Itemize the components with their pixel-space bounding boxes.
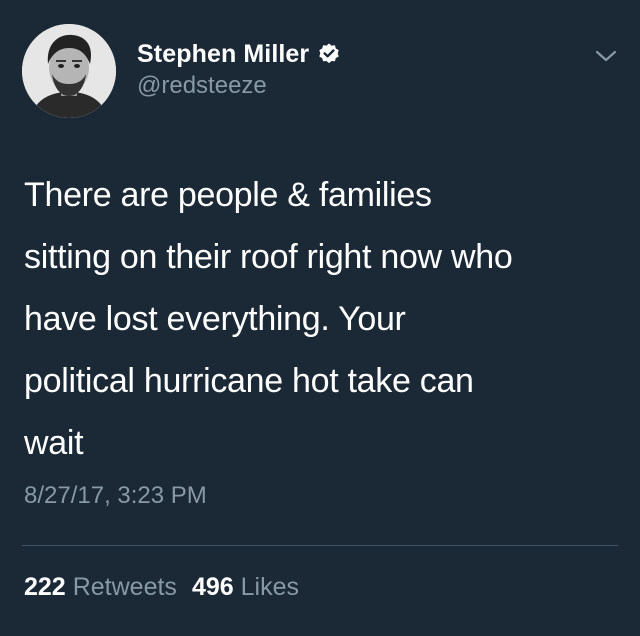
avatar-photo: [22, 24, 116, 118]
tweet-text-line: have lost everything. Your: [24, 300, 406, 338]
display-name[interactable]: Stephen Miller: [137, 40, 309, 69]
tweet-text-line: political hurricane hot take can: [24, 362, 474, 400]
retweets-count: 222: [24, 573, 66, 601]
verified-badge-icon: [317, 42, 341, 66]
chevron-down-icon[interactable]: [592, 46, 620, 66]
tweet-timestamp[interactable]: 8/27/17, 3:23 PM: [24, 482, 207, 510]
user-handle[interactable]: @redsteeze: [137, 72, 267, 100]
avatar[interactable]: [22, 24, 116, 118]
tweet-card: Stephen Miller @redsteeze There are peop…: [0, 0, 640, 636]
likes-count: 496: [191, 573, 234, 601]
retweets-stat[interactable]: 222 Retweets: [24, 573, 177, 602]
tweet-text-line: wait: [24, 424, 84, 462]
likes-label: Likes: [240, 573, 300, 601]
tweet-text: There are people & families sitting on t…: [24, 164, 624, 474]
tweet-text-line: There are people & families: [24, 176, 432, 214]
likes-stat[interactable]: 496 Likes: [192, 573, 299, 602]
user-name-row: Stephen Miller: [137, 38, 341, 70]
retweets-label: Retweets: [72, 573, 177, 601]
tweet-text-line: sitting on their roof right now who: [24, 238, 513, 276]
divider: [22, 545, 618, 546]
tweet-stats: 222 Retweets 496 Likes: [24, 573, 299, 602]
